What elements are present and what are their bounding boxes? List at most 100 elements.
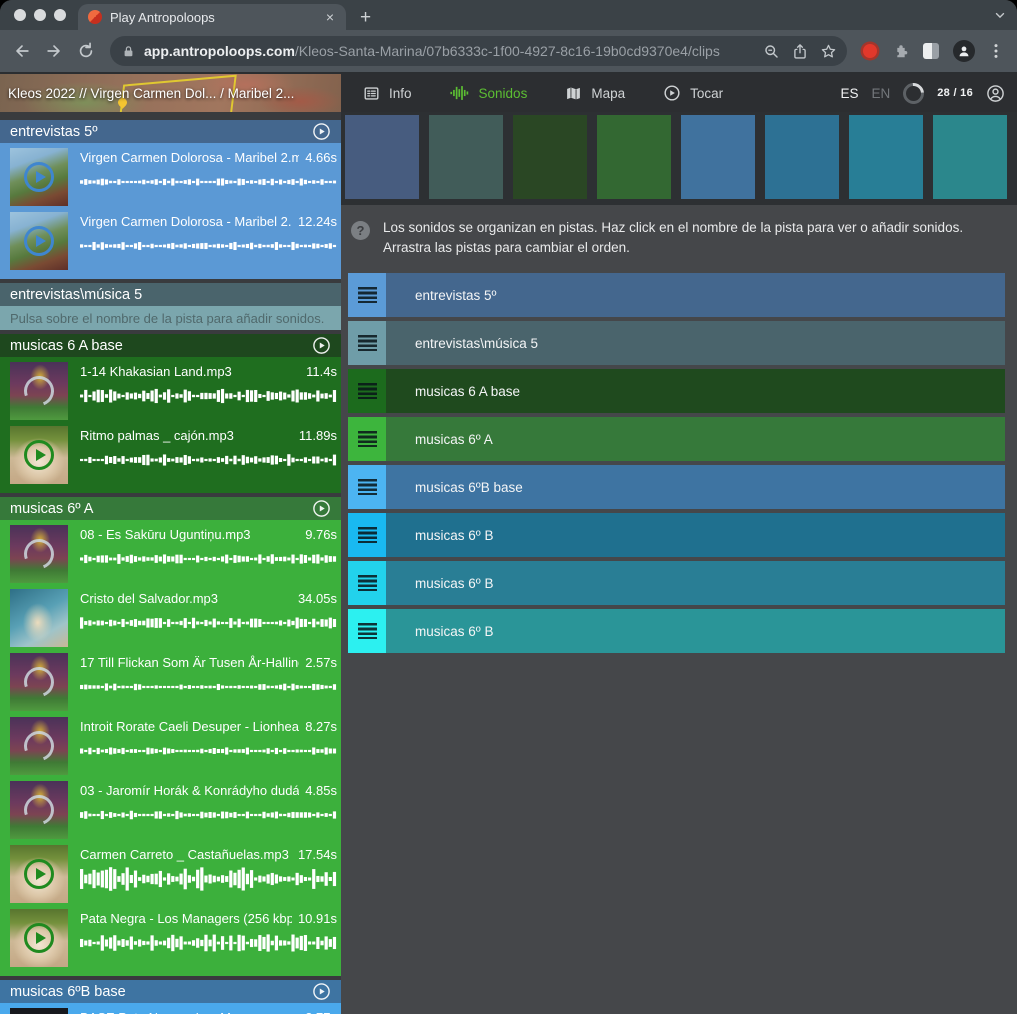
clip-item[interactable]: BASE Pata Negra - Los Managers3.77s	[0, 1008, 341, 1014]
track-name[interactable]: musicas 6 A base	[386, 369, 1005, 413]
clip-item[interactable]: Introit Rorate Caeli Desuper - Lionheart…	[0, 717, 341, 781]
clip-item[interactable]: 03 - Jaromír Horák & Konrádyho dudácká .…	[0, 781, 341, 845]
play-icon[interactable]	[10, 1008, 68, 1014]
track-name[interactable]: musicas 6º B	[386, 561, 1005, 605]
section-play-icon[interactable]	[312, 982, 331, 1001]
bookmark-star-icon[interactable]	[820, 43, 837, 60]
track-row[interactable]: musicas 6º B	[348, 513, 1005, 557]
drag-handle[interactable]	[348, 369, 386, 413]
clip-item[interactable]: 08 - Es Sakūru Uguntiņu.mp39.76s	[0, 525, 341, 589]
track-section-header[interactable]: entrevistas\música 5	[0, 283, 341, 306]
clip-thumbnail[interactable]	[10, 781, 68, 839]
tab-mapa[interactable]: Mapa	[565, 85, 625, 102]
track-row[interactable]: musicas 6º A	[348, 417, 1005, 461]
clip-item[interactable]: Virgen Carmen Dolorosa - Maribel 2.mp312…	[0, 212, 341, 276]
drag-handle[interactable]	[348, 321, 386, 365]
track-name[interactable]: musicas 6ºB base	[386, 465, 1005, 509]
tab-tocar[interactable]: Tocar	[663, 84, 723, 102]
lang-es-button[interactable]: ES	[840, 86, 858, 101]
drag-handle[interactable]	[348, 513, 386, 557]
tab-sonidos[interactable]: Sonidos	[450, 85, 528, 101]
section-play-icon[interactable]	[312, 336, 331, 355]
back-icon[interactable]	[8, 37, 36, 65]
new-tab-button[interactable]: +	[346, 5, 385, 31]
clip-thumbnail[interactable]	[10, 212, 68, 270]
clip-thumbnail[interactable]	[10, 148, 68, 206]
clip-item[interactable]: Virgen Carmen Dolorosa - Maribel 2.mp34.…	[0, 148, 341, 212]
clip-thumbnail[interactable]	[10, 909, 68, 967]
track-section-header[interactable]: musicas 6ºB base	[0, 980, 341, 1003]
track-name[interactable]: musicas 6º B	[386, 609, 1005, 653]
share-icon[interactable]	[792, 43, 808, 60]
clip-thumbnail[interactable]	[10, 589, 68, 647]
clip-cell[interactable]	[429, 115, 503, 199]
clip-item[interactable]: Carmen Carreto _ Castañuelas.mp317.54s	[0, 845, 341, 909]
track-row[interactable]: entrevistas 5º	[348, 273, 1005, 317]
zoom-window-button[interactable]	[54, 9, 66, 21]
clip-item[interactable]: Cristo del Salvador.mp334.05s	[0, 589, 341, 653]
minimize-window-button[interactable]	[34, 9, 46, 21]
clip-item[interactable]: 17 Till Flickan Som Är Tusen År-Halling …	[0, 653, 341, 717]
clip-thumbnail[interactable]	[10, 653, 68, 711]
clip-thumbnail[interactable]	[10, 845, 68, 903]
track-row[interactable]: musicas 6º B	[348, 561, 1005, 605]
clip-thumbnail[interactable]	[10, 717, 68, 775]
play-icon[interactable]	[10, 909, 68, 967]
clip-cell[interactable]	[681, 115, 755, 199]
clip-duration: 3.77s	[305, 1010, 337, 1014]
track-row[interactable]: musicas 6º B	[348, 609, 1005, 653]
drag-handle[interactable]	[348, 273, 386, 317]
clip-thumbnail[interactable]	[10, 1008, 68, 1014]
breadcrumb[interactable]: Kleos 2022 // Virgen Carmen Dol... / Mar…	[8, 74, 294, 112]
address-bar[interactable]: app.antropoloops.com/Kleos-Santa-Marina/…	[110, 36, 847, 66]
track-section: entrevistas 5º Virgen Carmen Dolorosa - M…	[0, 120, 341, 279]
play-icon[interactable]	[10, 426, 68, 484]
drag-handle[interactable]	[348, 561, 386, 605]
zoom-page-icon[interactable]	[763, 43, 780, 60]
side-panel-extension-icon[interactable]	[923, 43, 939, 59]
tab-search-chevron-icon[interactable]	[993, 8, 1007, 22]
clip-cell[interactable]	[513, 115, 587, 199]
profile-avatar[interactable]	[953, 40, 975, 62]
drag-handle[interactable]	[348, 417, 386, 461]
section-play-icon[interactable]	[312, 499, 331, 518]
play-icon[interactable]	[10, 845, 68, 903]
clip-thumbnail[interactable]	[10, 362, 68, 420]
track-row[interactable]: musicas 6ºB base	[348, 465, 1005, 509]
clip-cell[interactable]	[933, 115, 1007, 199]
track-row[interactable]: musicas 6 A base	[348, 369, 1005, 413]
reload-icon[interactable]	[72, 37, 100, 65]
record-extension-icon[interactable]	[863, 44, 877, 58]
track-name[interactable]: musicas 6º A	[386, 417, 1005, 461]
drag-handle[interactable]	[348, 465, 386, 509]
drag-handle[interactable]	[348, 609, 386, 653]
track-name[interactable]: entrevistas\música 5	[386, 321, 1005, 365]
section-play-icon[interactable]	[312, 122, 331, 141]
clip-thumbnail[interactable]	[10, 426, 68, 484]
track-name[interactable]: entrevistas 5º	[386, 273, 1005, 317]
clip-item[interactable]: Pata Negra - Los Managers (256 kbps).mp3…	[0, 909, 341, 973]
clip-cell[interactable]	[849, 115, 923, 199]
track-section-header[interactable]: musicas 6º A	[0, 497, 341, 520]
track-row[interactable]: entrevistas\música 5	[348, 321, 1005, 365]
puzzle-extensions-icon[interactable]	[891, 42, 909, 60]
play-icon[interactable]	[10, 212, 68, 270]
clip-item[interactable]: Ritmo palmas _ cajón.mp311.89s	[0, 426, 341, 490]
clip-item[interactable]: 1-14 Khakasian Land.mp311.4s	[0, 362, 341, 426]
clip-cell[interactable]	[597, 115, 671, 199]
track-section-header[interactable]: entrevistas 5º	[0, 120, 341, 143]
track-name[interactable]: musicas 6º B	[386, 513, 1005, 557]
clip-cell[interactable]	[765, 115, 839, 199]
tab-close-icon[interactable]: ×	[324, 9, 336, 25]
play-icon[interactable]	[10, 148, 68, 206]
browser-tab[interactable]: Play Antropoloops ×	[78, 4, 346, 30]
tab-info[interactable]: Info	[363, 85, 412, 102]
clip-cell[interactable]	[345, 115, 419, 199]
browser-menu-icon[interactable]	[989, 43, 1003, 59]
account-icon[interactable]	[986, 84, 1005, 103]
clip-thumbnail[interactable]	[10, 525, 68, 583]
close-window-button[interactable]	[14, 9, 26, 21]
forward-icon[interactable]	[40, 37, 68, 65]
track-section-header[interactable]: musicas 6 A base	[0, 334, 341, 357]
lang-en-button[interactable]: EN	[871, 86, 890, 101]
